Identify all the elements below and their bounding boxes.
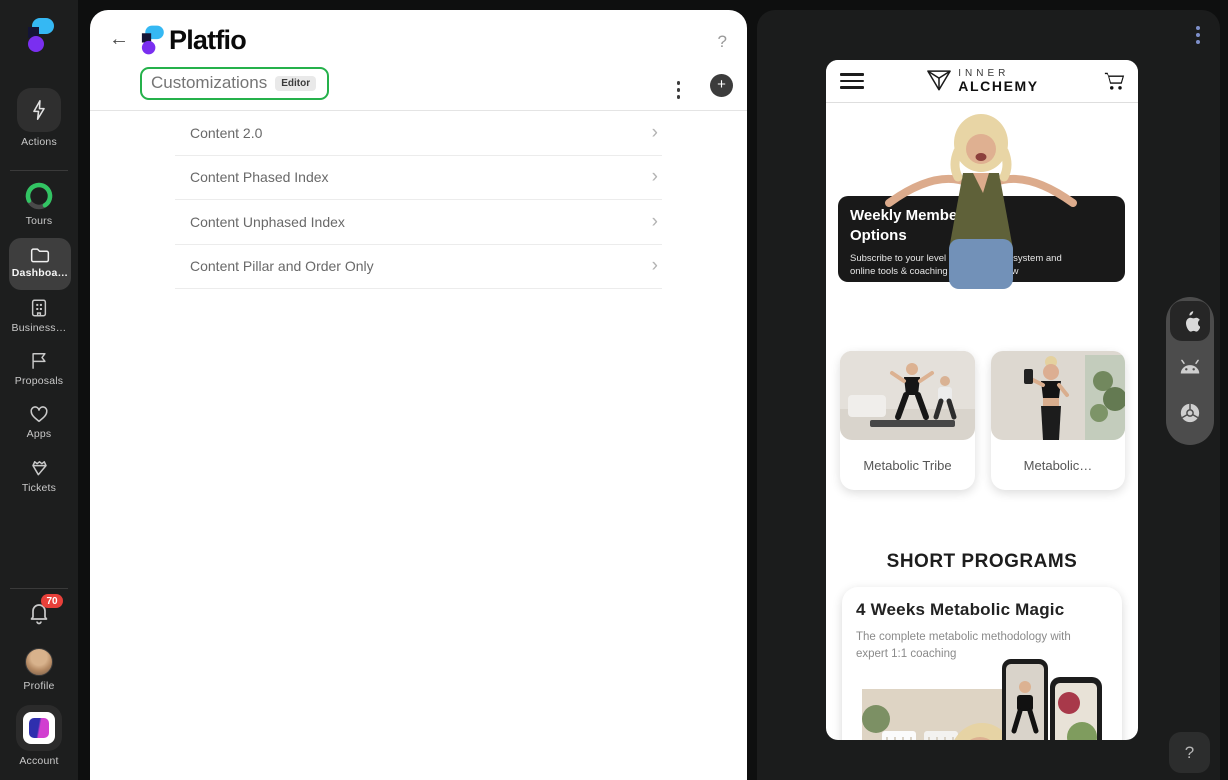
android-icon	[1178, 359, 1202, 375]
platfio-logo-icon[interactable]	[24, 16, 56, 54]
chrome-icon	[1179, 402, 1201, 424]
app-sidebar: Actions Tours Dashboa… Business… Proposa…	[0, 0, 78, 780]
card-metabolic-second[interactable]: Metabolic…	[991, 351, 1125, 490]
mobile-app-preview: INNER ALCHEMY Weekly Membership Options	[826, 60, 1138, 740]
chevron-right-icon: ›	[652, 255, 662, 277]
editor-badge: Editor	[275, 76, 316, 91]
cart-icon[interactable]	[1103, 70, 1126, 92]
back-button[interactable]: ←	[106, 26, 132, 52]
card-label: Metabolic…	[991, 458, 1125, 473]
chevron-right-icon: ›	[652, 166, 662, 188]
building-icon	[29, 298, 49, 318]
customizations-title-selection[interactable]: Customizations Editor	[140, 67, 329, 100]
notifications-button[interactable]: 70	[0, 601, 78, 625]
add-button[interactable]: +	[710, 74, 733, 97]
tours-ring-icon	[24, 181, 54, 211]
editor-panel: ← Platfio ? Customizations Editor + Cont…	[90, 10, 747, 780]
sidebar-item-apps[interactable]: Apps	[0, 405, 78, 440]
app-header: INNER ALCHEMY	[826, 60, 1138, 103]
menu-icon[interactable]	[840, 73, 864, 89]
apple-icon	[1180, 310, 1200, 332]
program-title: 4 Weeks Metabolic Magic	[856, 600, 1108, 620]
sidebar-item-label: Business…	[0, 322, 78, 334]
folder-icon	[30, 246, 50, 264]
hero-photo	[881, 107, 1081, 289]
card-photo-workout	[840, 351, 975, 440]
brand-name: Platfio	[169, 25, 246, 56]
sidebar-item-proposals[interactable]: Proposals	[0, 351, 78, 387]
sidebar-item-dashboards[interactable]: Dashboa…	[9, 238, 71, 290]
sidebar-item-label: Account	[0, 755, 78, 767]
account-logo-icon	[23, 712, 55, 744]
card-4-weeks-metabolic-magic[interactable]: 4 Weeks Metabolic Magic The complete met…	[842, 587, 1122, 740]
sidebar-item-tickets[interactable]: Tickets	[0, 458, 78, 494]
sidebar-item-business[interactable]: Business…	[0, 298, 78, 334]
section-heading: SHORT PROGRAMS	[826, 551, 1138, 573]
lightning-icon	[28, 99, 50, 121]
ticket-icon	[29, 458, 50, 478]
sidebar-item-label: Dashboa…	[9, 267, 71, 279]
notification-count-badge: 70	[41, 594, 63, 608]
sidebar-divider	[10, 588, 68, 589]
sidebar-item-label: Tickets	[0, 482, 78, 494]
sidebar-item-account[interactable]: Account	[0, 705, 78, 767]
device-android-button[interactable]	[1170, 347, 1210, 387]
device-toolbar	[1166, 297, 1214, 445]
help-icon[interactable]: ?	[718, 32, 727, 52]
device-apple-button[interactable]	[1170, 301, 1210, 341]
more-options-button[interactable]	[673, 77, 685, 103]
chevron-right-icon: ›	[652, 211, 662, 233]
brand-line2: ALCHEMY	[958, 78, 1038, 94]
device-chrome-button[interactable]	[1170, 393, 1210, 433]
preview-options-button[interactable]	[1192, 22, 1204, 48]
profile-avatar	[25, 648, 53, 676]
sidebar-divider	[10, 170, 68, 171]
program-description: The complete metabolic methodology with …	[856, 629, 1086, 662]
heart-icon	[29, 405, 49, 424]
card-metabolic-tribe[interactable]: Metabolic Tribe	[840, 351, 975, 490]
list-item-content-2-0[interactable]: Content 2.0 ›	[175, 111, 662, 156]
platfio-wordmark: Platfio	[138, 24, 246, 56]
sidebar-item-tours[interactable]: Tours	[0, 181, 78, 227]
card-photo-selfie	[991, 351, 1125, 440]
editor-header: ← Platfio ? Customizations Editor +	[90, 10, 747, 111]
preview-panel: INNER ALCHEMY Weekly Membership Options	[757, 10, 1220, 780]
sidebar-item-label: Profile	[0, 680, 78, 692]
list-item-content-phased-index[interactable]: Content Phased Index ›	[175, 156, 662, 201]
program-collage-photo	[854, 659, 1110, 740]
app-logo[interactable]: INNER ALCHEMY	[925, 68, 1038, 94]
membership-cards-row: Metabolic Tribe Metabolic…	[826, 351, 1138, 490]
account-tile	[16, 705, 62, 751]
list-item-content-pillar-order-only[interactable]: Content Pillar and Order Only ›	[175, 245, 662, 290]
sidebar-item-profile[interactable]: Profile	[0, 648, 78, 692]
sidebar-item-label: Actions	[0, 136, 78, 148]
actions-button[interactable]	[17, 88, 61, 132]
sidebar-item-label: Proposals	[0, 375, 78, 387]
sidebar-item-actions[interactable]: Actions	[0, 88, 78, 148]
chevron-right-icon: ›	[652, 122, 662, 144]
sidebar-item-label: Apps	[0, 428, 78, 440]
customizations-list: Content 2.0 › Content Phased Index › Con…	[175, 111, 662, 289]
alchemy-triangle-icon	[925, 68, 953, 94]
preview-help-button[interactable]: ?	[1169, 732, 1210, 773]
card-label: Metabolic Tribe	[840, 458, 975, 473]
hero-section: Weekly Membership Options Subscribe to y…	[826, 103, 1138, 290]
flag-icon	[29, 351, 49, 371]
platfio-logo-icon	[138, 24, 166, 56]
sidebar-item-label: Tours	[0, 215, 78, 227]
list-item-content-unphased-index[interactable]: Content Unphased Index ›	[175, 200, 662, 245]
page-title: Customizations	[151, 73, 267, 93]
